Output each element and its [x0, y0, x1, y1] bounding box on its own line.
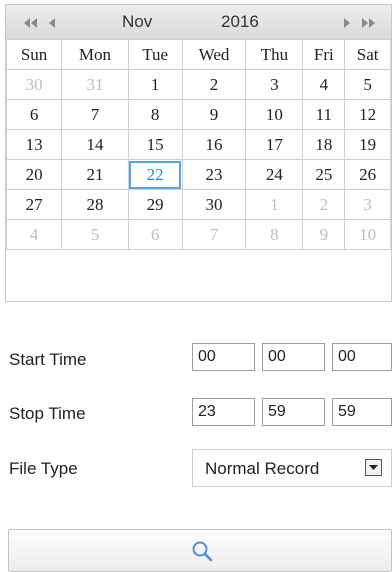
- calendar-grid: Sun Mon Tue Wed Thu Fri Sat 30 31 1 2 3 4 5 6 7 8 9 10 11 1…: [5, 39, 391, 250]
- weekday-header: Fri: [302, 39, 346, 70]
- weekday-header: Wed: [181, 39, 247, 70]
- chevron-right-icon: [344, 18, 350, 29]
- calendar-day-other-month[interactable]: 7: [181, 219, 247, 250]
- calendar-day[interactable]: 19: [344, 129, 391, 160]
- calendar-day-other-month[interactable]: 3: [344, 189, 391, 220]
- stop-minute-input[interactable]: [262, 398, 325, 426]
- start-minute-input[interactable]: [262, 343, 325, 371]
- prev-year-button[interactable]: [20, 5, 42, 39]
- double-chevron-right-icon: [362, 18, 375, 29]
- calendar-day[interactable]: 15: [127, 129, 183, 160]
- calendar-day[interactable]: 8: [127, 99, 183, 130]
- calendar-day[interactable]: 30: [181, 189, 247, 220]
- calendar-day[interactable]: 9: [181, 99, 247, 130]
- calendar-week-row: 27 28 29 30 1 2 3: [5, 189, 391, 220]
- calendar-day[interactable]: 1: [127, 69, 183, 100]
- calendar-day[interactable]: 10: [245, 99, 304, 130]
- calendar-day[interactable]: 5: [344, 69, 391, 100]
- calendar-day-other-month[interactable]: 6: [127, 219, 183, 250]
- calendar-day-selected[interactable]: 22: [127, 159, 183, 190]
- calendar-day[interactable]: 24: [245, 159, 304, 190]
- start-hour-input[interactable]: [192, 343, 255, 371]
- weekday-header: Tue: [127, 39, 183, 70]
- calendar-day-other-month[interactable]: 10: [344, 219, 391, 250]
- calendar-day[interactable]: 16: [181, 129, 247, 160]
- file-type-value: Normal Record: [205, 459, 320, 478]
- file-type-label: File Type: [9, 459, 78, 478]
- calendar-day[interactable]: 27: [5, 189, 63, 220]
- calendar-day[interactable]: 6: [5, 99, 63, 130]
- calendar-day[interactable]: 13: [5, 129, 63, 160]
- double-chevron-left-icon: [24, 18, 37, 29]
- calendar-year[interactable]: 2016: [221, 5, 259, 39]
- weekday-row: Sun Mon Tue Wed Thu Fri Sat: [5, 39, 391, 70]
- calendar-day[interactable]: 25: [302, 159, 346, 190]
- calendar-week-row: 20 21 22 23 24 25 26: [5, 159, 391, 190]
- calendar-day[interactable]: 2: [181, 69, 247, 100]
- calendar-day-other-month[interactable]: 31: [61, 69, 129, 100]
- calendar-day-other-month[interactable]: 9: [302, 219, 346, 250]
- triangle-down-icon: [369, 465, 378, 470]
- calendar-header: Nov 2016: [6, 5, 391, 40]
- calendar-day[interactable]: 23: [181, 159, 247, 190]
- start-time-label: Start Time: [9, 350, 87, 369]
- calendar-day-other-month[interactable]: 8: [245, 219, 304, 250]
- calendar-day[interactable]: 12: [344, 99, 391, 130]
- start-second-input[interactable]: [332, 343, 392, 371]
- stop-second-input[interactable]: [332, 398, 392, 426]
- weekday-header: Thu: [245, 39, 304, 70]
- weekday-header: Sat: [344, 39, 391, 70]
- chevron-left-icon: [49, 18, 55, 29]
- calendar-day-other-month[interactable]: 2: [302, 189, 346, 220]
- next-year-button[interactable]: [358, 5, 380, 39]
- next-month-button[interactable]: [339, 5, 355, 39]
- weekday-header: Mon: [61, 39, 129, 70]
- weekday-header: Sun: [5, 39, 63, 70]
- search-button[interactable]: [8, 529, 392, 572]
- calendar-day-other-month[interactable]: 5: [61, 219, 129, 250]
- calendar-day[interactable]: 29: [127, 189, 183, 220]
- calendar-week-row: 13 14 15 16 17 18 19: [5, 129, 391, 160]
- calendar-day[interactable]: 17: [245, 129, 304, 160]
- file-type-select[interactable]: Normal Record: [192, 449, 392, 487]
- calendar-day-other-month[interactable]: 30: [5, 69, 63, 100]
- calendar-day[interactable]: 7: [61, 99, 129, 130]
- calendar-day[interactable]: 3: [245, 69, 304, 100]
- calendar-week-row: 6 7 8 9 10 11 12: [5, 99, 391, 130]
- calendar-day[interactable]: 4: [302, 69, 346, 100]
- calendar-day-other-month[interactable]: 4: [5, 219, 63, 250]
- stop-hour-input[interactable]: [192, 398, 255, 426]
- prev-month-button[interactable]: [44, 5, 60, 39]
- calendar-day-other-month[interactable]: 1: [245, 189, 304, 220]
- calendar-day[interactable]: 21: [61, 159, 129, 190]
- calendar-month[interactable]: Nov: [122, 5, 152, 39]
- dropdown-arrow-icon[interactable]: [365, 459, 382, 476]
- calendar-day[interactable]: 14: [61, 129, 129, 160]
- calendar-day[interactable]: 26: [344, 159, 391, 190]
- calendar-week-row: 4 5 6 7 8 9 10: [5, 219, 391, 250]
- date-picker-calendar: Nov 2016 Sun Mon Tue Wed Thu Fri Sat 30 31 1 2 3 4 5…: [5, 4, 392, 302]
- search-icon: [192, 541, 213, 562]
- calendar-day[interactable]: 20: [5, 159, 63, 190]
- calendar-day[interactable]: 28: [61, 189, 129, 220]
- calendar-day[interactable]: 11: [302, 99, 346, 130]
- calendar-day[interactable]: 18: [302, 129, 346, 160]
- calendar-week-row: 30 31 1 2 3 4 5: [5, 69, 391, 100]
- stop-time-label: Stop Time: [9, 404, 86, 423]
